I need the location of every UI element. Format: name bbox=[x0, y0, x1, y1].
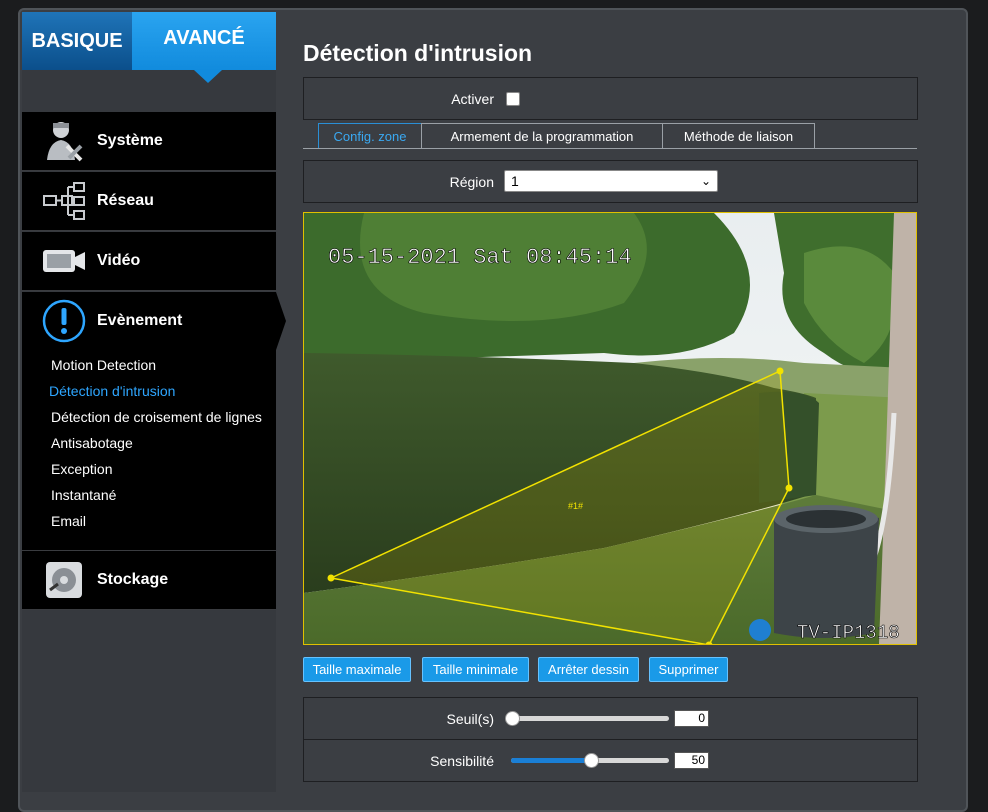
tab-basique[interactable]: BASIQUE bbox=[22, 12, 132, 70]
enable-checkbox[interactable] bbox=[506, 92, 520, 106]
menu-label-reseau: Réseau bbox=[97, 192, 154, 209]
threshold-label: Seuil(s) bbox=[446, 711, 494, 727]
tab-avance[interactable]: AVANCÉ bbox=[132, 12, 276, 70]
threshold-row: Seuil(s) 0 bbox=[303, 697, 918, 740]
sensitivity-label: Sensibilité bbox=[430, 753, 494, 769]
chevron-down-icon: ⌄ bbox=[700, 174, 711, 188]
network-icon bbox=[34, 176, 94, 226]
event-submenu: Motion Detection Détection d'intrusion D… bbox=[22, 350, 276, 550]
zone-vertex[interactable] bbox=[327, 574, 335, 582]
tab-config-zone[interactable]: Config. zone bbox=[318, 123, 422, 148]
menu-label-evenement: Evènement bbox=[97, 312, 183, 329]
taille-maximale-button[interactable]: Taille maximale bbox=[303, 657, 411, 682]
sensitivity-row: Sensibilité 50 bbox=[303, 739, 918, 782]
camera-video-view[interactable]: #1# 05-15-2021 Sat 08:45:14 TV-IP1318 bbox=[303, 212, 917, 645]
zone-vertex[interactable] bbox=[785, 484, 793, 492]
sensitivity-value-input[interactable]: 50 bbox=[674, 752, 709, 769]
taille-minimale-button[interactable]: Taille minimale bbox=[422, 657, 529, 682]
tab-underline bbox=[303, 148, 917, 149]
threshold-slider-track[interactable] bbox=[511, 716, 669, 721]
sensitivity-slider-thumb[interactable] bbox=[584, 753, 599, 768]
enable-label: Activer bbox=[451, 91, 494, 107]
menu-label-systeme: Système bbox=[97, 132, 163, 149]
mode-tabs: BASIQUE AVANCÉ bbox=[22, 12, 276, 83]
menu-item-video[interactable]: Vidéo bbox=[22, 232, 276, 291]
sensitivity-slider-fill bbox=[511, 758, 590, 763]
enable-row: Activer bbox=[303, 77, 918, 120]
zone-label: #1# bbox=[568, 501, 583, 511]
tools-user-icon bbox=[34, 116, 94, 166]
submenu-instantane[interactable]: Instantané bbox=[51, 487, 116, 503]
page-title: Détection d'intrusion bbox=[303, 40, 533, 66]
video-timestamp: 05-15-2021 Sat 08:45:14 bbox=[328, 245, 632, 270]
zone-vertex[interactable] bbox=[776, 367, 784, 375]
camera-icon bbox=[34, 236, 94, 286]
video-camera-name: TV-IP1318 bbox=[797, 622, 900, 644]
tab-armement-programmation[interactable]: Armement de la programmation bbox=[421, 123, 663, 148]
tab-methode-liaison[interactable]: Méthode de liaison bbox=[662, 123, 815, 148]
sidebar: BASIQUE AVANCÉ Système Réseau Vidéo Evèn… bbox=[22, 12, 286, 792]
submenu-email[interactable]: Email bbox=[51, 513, 86, 529]
submenu-antisabotage[interactable]: Antisabotage bbox=[51, 435, 133, 451]
video-scene: #1# 05-15-2021 Sat 08:45:14 TV-IP1318 bbox=[304, 213, 916, 644]
menu-item-evenement[interactable]: Evènement bbox=[22, 292, 286, 351]
threshold-slider-thumb[interactable] bbox=[505, 711, 520, 726]
submenu-motion-detection[interactable]: Motion Detection bbox=[51, 357, 156, 373]
menu-item-stockage[interactable]: Stockage bbox=[22, 550, 276, 610]
alert-icon bbox=[34, 296, 94, 346]
menu-item-systeme[interactable]: Système bbox=[22, 112, 276, 171]
threshold-value-input[interactable]: 0 bbox=[674, 710, 709, 727]
menu-label-video: Vidéo bbox=[97, 252, 141, 269]
menu-item-reseau[interactable]: Réseau bbox=[22, 172, 276, 231]
menu-label-stockage: Stockage bbox=[97, 571, 169, 588]
disk-icon bbox=[34, 555, 94, 605]
region-select[interactable]: 1 ⌄ bbox=[504, 170, 718, 192]
supprimer-button[interactable]: Supprimer bbox=[649, 657, 728, 682]
submenu-detection-intrusion[interactable]: Détection d'intrusion bbox=[49, 383, 175, 399]
region-select-value: 1 bbox=[511, 173, 519, 189]
active-tab-pointer bbox=[194, 70, 222, 83]
submenu-croisement-lignes[interactable]: Détection de croisement de lignes bbox=[51, 409, 262, 425]
active-menu-pointer bbox=[276, 292, 286, 350]
arreter-dessin-button[interactable]: Arrêter dessin bbox=[538, 657, 639, 682]
region-label: Région bbox=[449, 174, 494, 190]
submenu-exception[interactable]: Exception bbox=[51, 461, 112, 477]
